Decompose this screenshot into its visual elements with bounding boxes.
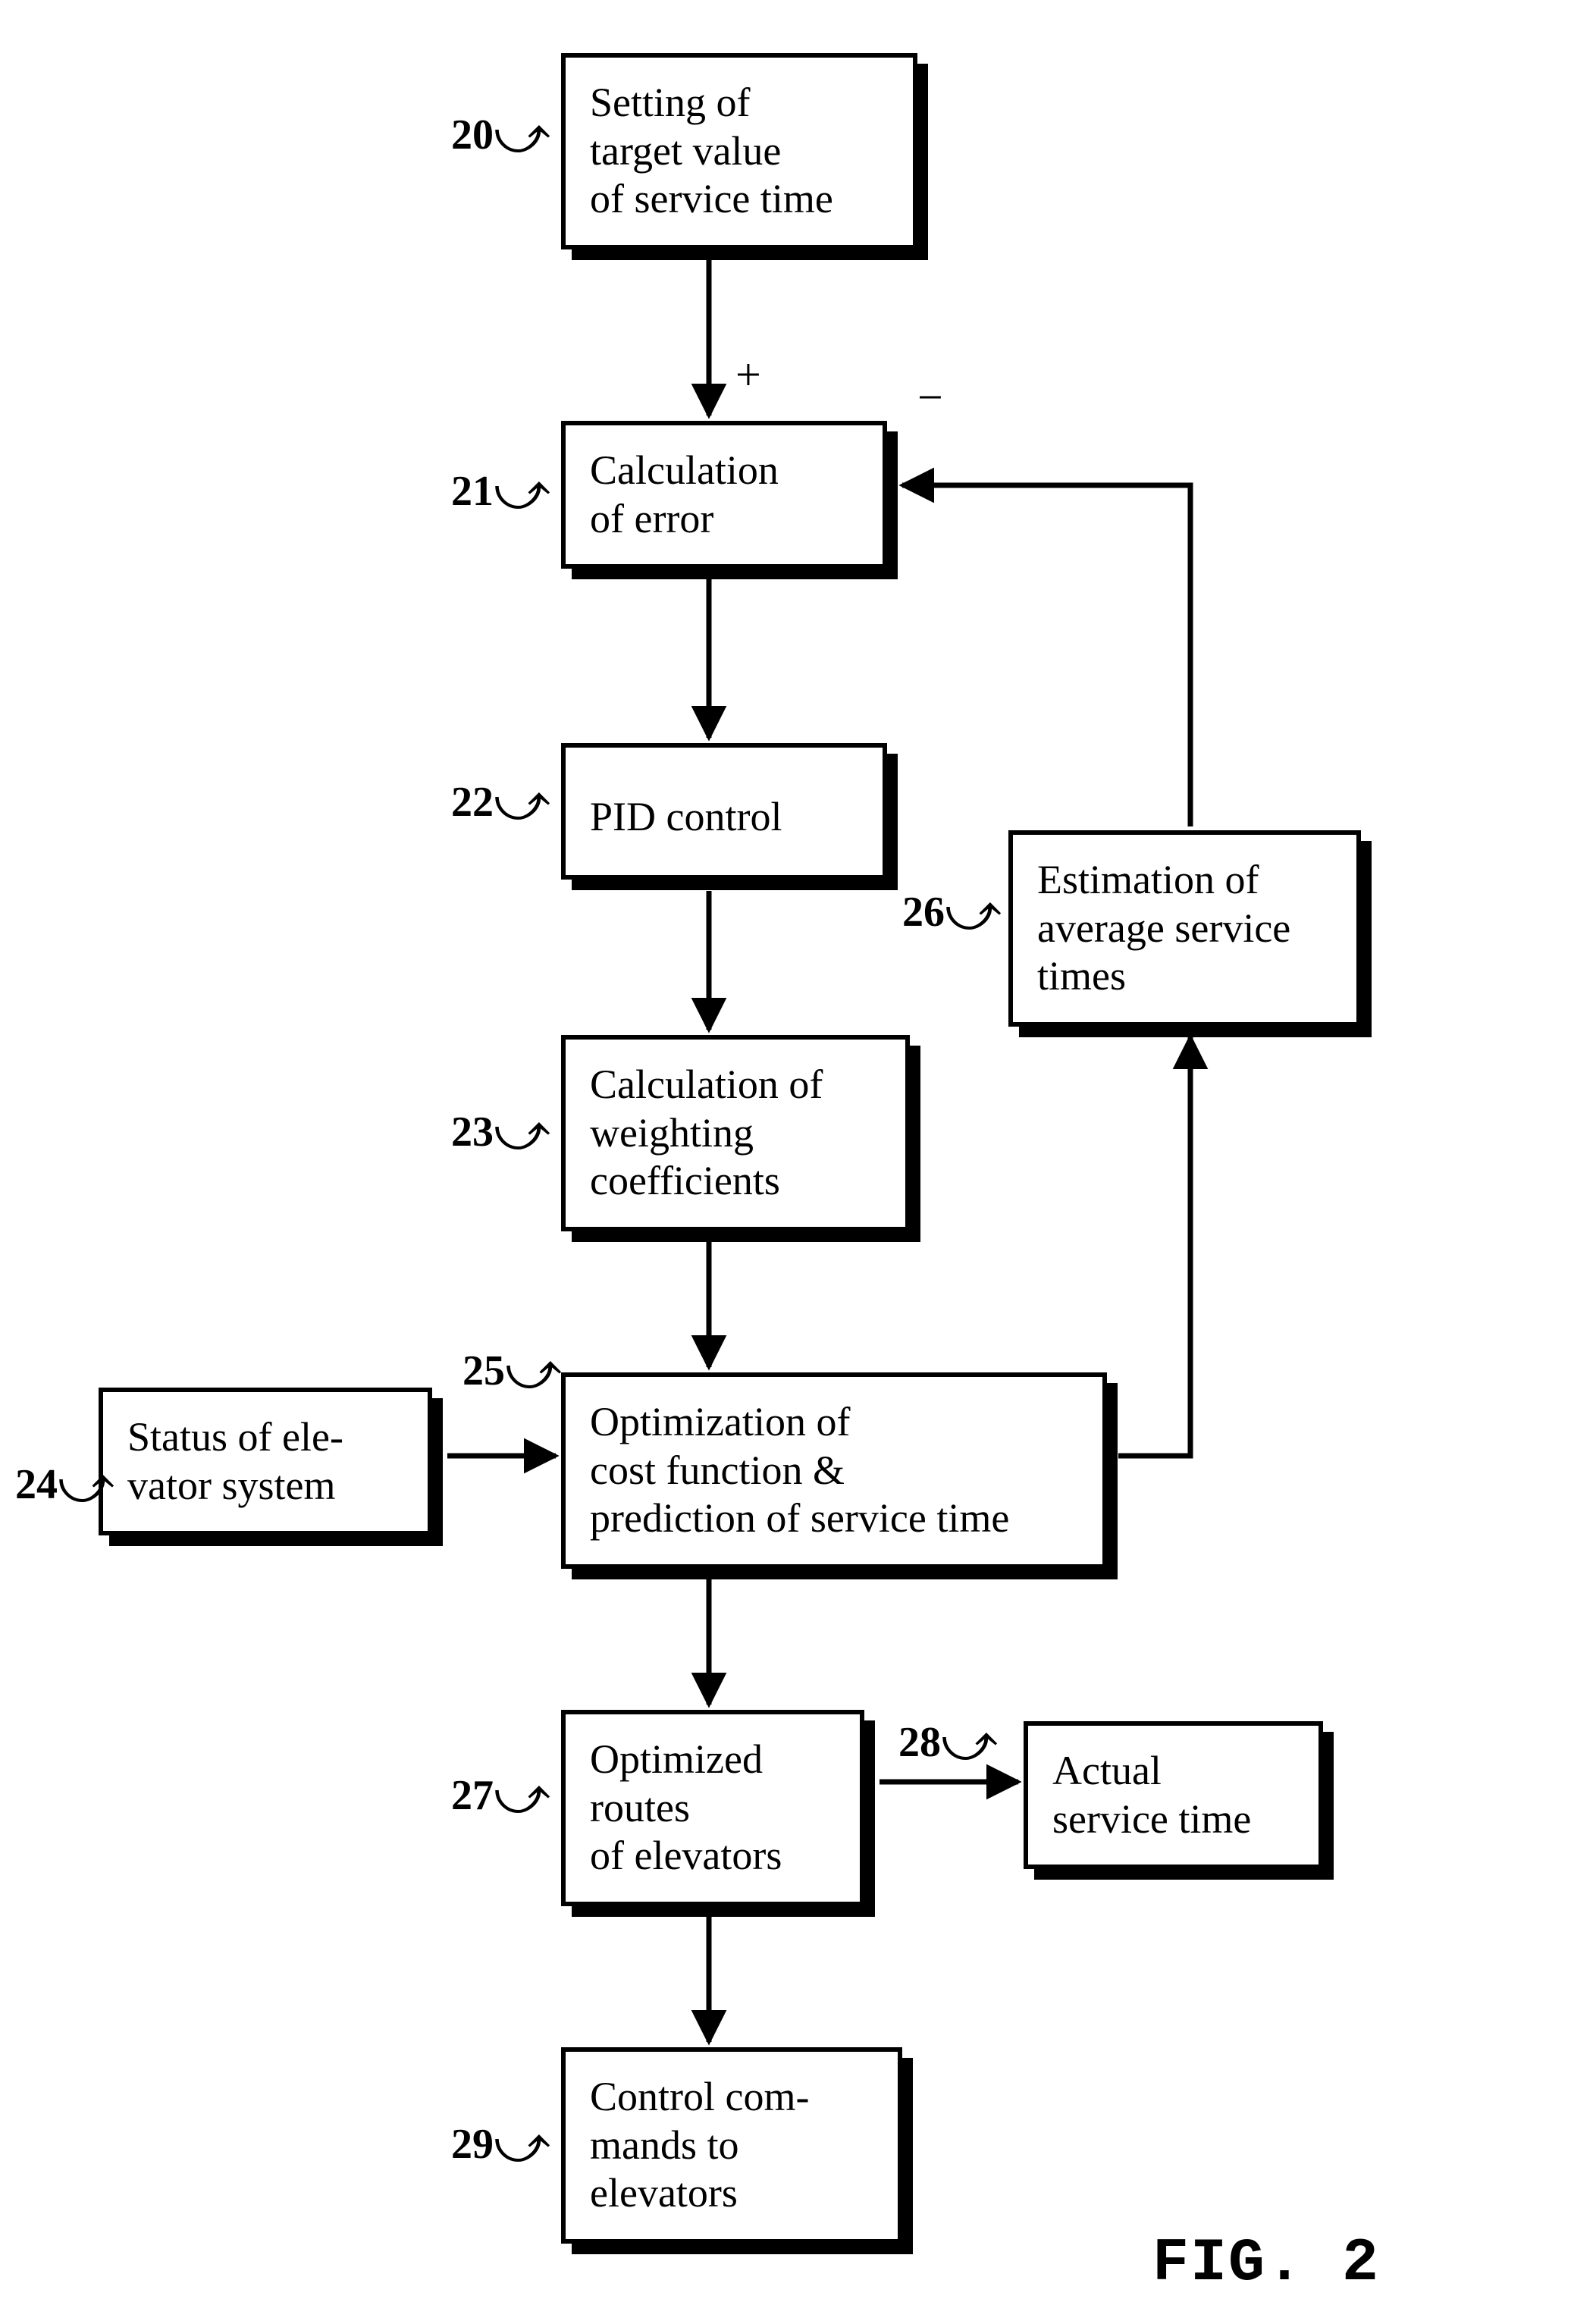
ref-24: 24⤻ (15, 1456, 114, 1516)
box-29-text: Control com-mands toelevators (590, 2074, 809, 2216)
flowchart-canvas: Setting oftarget valueof service time 20… (0, 0, 1596, 2324)
box-25-optimization-cost-function: Optimization ofcost function &prediction… (561, 1372, 1107, 1569)
box-21-text: Calculationof error (590, 447, 779, 541)
box-28-actual-service-time: Actualservice time (1024, 1721, 1323, 1869)
box-20-text: Setting oftarget valueof service time (590, 80, 833, 221)
plus-sign: + (735, 349, 761, 401)
box-27-text: Optimizedroutesof elevators (590, 1736, 782, 1878)
box-26-estimation-average-service-times: Estimation ofaverage servicetimes (1008, 830, 1361, 1027)
ref-21: 21⤻ (451, 463, 550, 523)
box-22-text: PID control (590, 794, 782, 839)
ref-20: 20⤻ (451, 106, 550, 167)
ref-26: 26⤻ (902, 883, 1002, 944)
box-23-text: Calculation ofweightingcoefficients (590, 1062, 823, 1203)
box-27-optimized-routes: Optimizedroutesof elevators (561, 1710, 864, 1906)
box-28-text: Actualservice time (1052, 1748, 1251, 1842)
box-26-text: Estimation ofaverage servicetimes (1037, 857, 1290, 999)
box-24-text: Status of ele-vator system (127, 1414, 343, 1508)
box-25-text: Optimization ofcost function &prediction… (590, 1399, 1009, 1541)
minus-sign: − (917, 372, 943, 424)
ref-29: 29⤻ (451, 2115, 550, 2176)
ref-25: 25⤻ (462, 1342, 562, 1403)
box-24-status-elevator-system: Status of ele-vator system (99, 1388, 432, 1535)
box-21-calculation-of-error: Calculationof error (561, 421, 887, 569)
box-29-control-commands: Control com-mands toelevators (561, 2047, 902, 2244)
ref-28: 28⤻ (898, 1714, 998, 1774)
ref-23: 23⤻ (451, 1103, 550, 1164)
box-22-pid-control: PID control (561, 743, 887, 880)
figure-label: FIG. 2 (1152, 2229, 1380, 2298)
ref-27: 27⤻ (451, 1767, 550, 1827)
box-23-calculation-weighting-coefficients: Calculation ofweightingcoefficients (561, 1035, 910, 1231)
ref-22: 22⤻ (451, 773, 550, 834)
box-20-setting-target-value: Setting oftarget valueof service time (561, 53, 917, 249)
